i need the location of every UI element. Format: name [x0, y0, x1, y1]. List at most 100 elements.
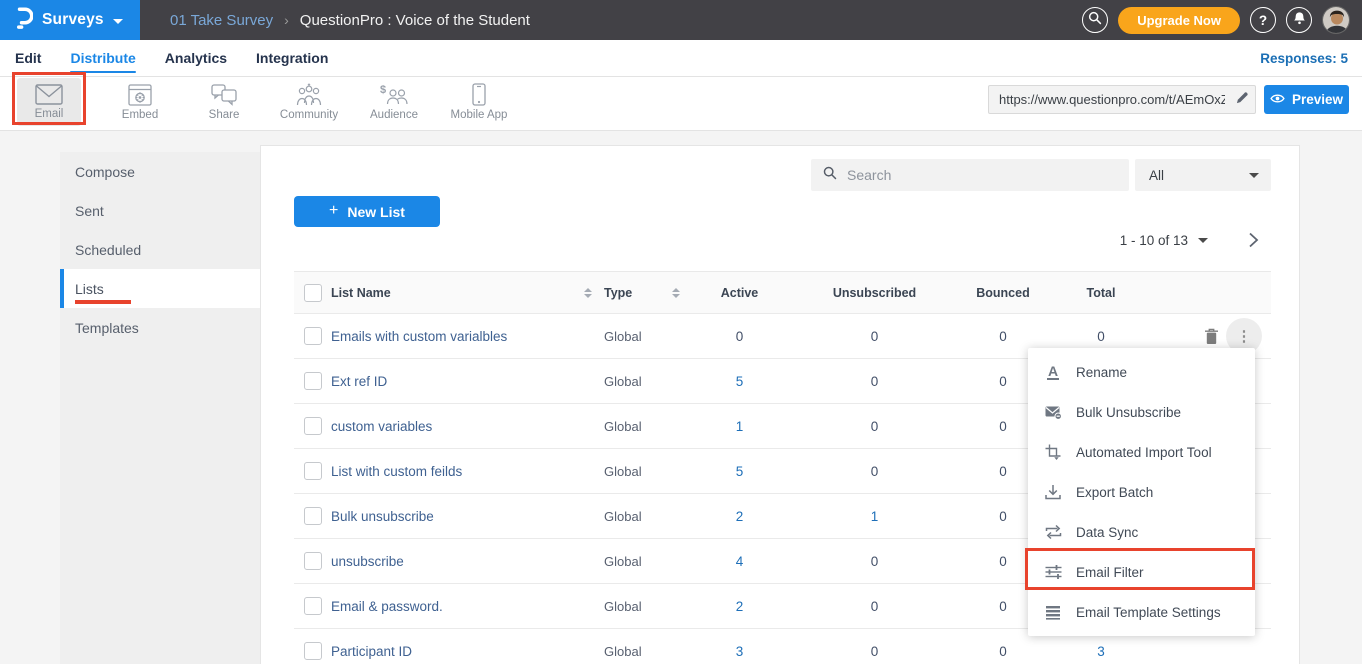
list-filter-select[interactable]: All — [1135, 159, 1271, 191]
row-checkbox[interactable] — [304, 552, 322, 570]
channel-embed[interactable]: Embed — [106, 78, 174, 126]
tab-integration[interactable]: Integration — [256, 50, 328, 66]
channel-label: Mobile App — [451, 109, 508, 121]
row-checkbox[interactable] — [304, 327, 322, 345]
list-name-link[interactable]: Emails with custom varialbles — [331, 329, 584, 344]
bounced-count: 0 — [972, 509, 1034, 524]
active-count[interactable]: 4 — [702, 554, 777, 569]
search-input[interactable] — [847, 167, 1129, 183]
active-count[interactable]: 2 — [702, 509, 777, 524]
menu-item-bulk-unsubscribe[interactable]: Bulk Unsubscribe — [1028, 392, 1255, 432]
channel-audience[interactable]: $ Audience — [359, 78, 429, 126]
list-type: Global — [604, 554, 672, 569]
filter-selected-value: All — [1149, 168, 1249, 183]
responses-count: Responses: 5 — [1260, 51, 1348, 66]
row-checkbox[interactable] — [304, 462, 322, 480]
breadcrumb-survey-link[interactable]: 01 Take Survey — [170, 12, 273, 29]
unsubscribed-count: 0 — [777, 374, 972, 389]
row-checkbox[interactable] — [304, 372, 322, 390]
active-count[interactable]: 5 — [702, 464, 777, 479]
channel-community[interactable]: Community — [270, 78, 348, 126]
channel-share[interactable]: Share — [189, 78, 259, 126]
channel-label: Audience — [370, 109, 418, 121]
table-header-row: List Name Type Active Unsubscribed Bounc… — [294, 271, 1271, 314]
menu-item-email-filter[interactable]: Email Filter — [1028, 552, 1255, 592]
dots-vertical-icon: ⋮ — [1237, 329, 1252, 344]
survey-tabs: Edit Distribute Analytics Integration Re… — [0, 40, 1362, 77]
list-name-link[interactable]: Ext ref ID — [331, 374, 584, 389]
tab-analytics[interactable]: Analytics — [165, 50, 227, 66]
sort-icon[interactable] — [672, 288, 702, 298]
list-name-link[interactable]: unsubscribe — [331, 554, 584, 569]
channel-label: Share — [209, 109, 240, 121]
avatar[interactable] — [1322, 6, 1350, 34]
notifications-button[interactable] — [1286, 7, 1312, 33]
sort-icon[interactable] — [584, 288, 604, 298]
menu-item-rename[interactable]: A Rename — [1028, 352, 1255, 392]
total-count[interactable]: 3 — [1034, 644, 1168, 659]
sidebar-item-compose[interactable]: Compose — [60, 152, 260, 191]
community-icon — [295, 83, 323, 106]
list-actions-menu: A Rename Bulk Unsubscribe Automated Impo… — [1028, 348, 1255, 636]
bounced-count: 0 — [972, 374, 1034, 389]
survey-url-input[interactable] — [989, 86, 1229, 113]
page-title: QuestionPro : Voice of the Student — [300, 12, 530, 29]
list-type: Global — [604, 374, 672, 389]
list-name-link[interactable]: custom variables — [331, 419, 584, 434]
col-type: Type — [604, 286, 672, 300]
active-count[interactable]: 2 — [702, 599, 777, 614]
channel-email[interactable]: Email — [17, 78, 81, 126]
delete-list-button[interactable] — [1200, 325, 1222, 347]
sidebar-item-lists[interactable]: Lists — [60, 269, 260, 308]
search-button[interactable] — [1082, 7, 1108, 33]
row-checkbox[interactable] — [304, 417, 322, 435]
row-checkbox[interactable] — [304, 507, 322, 525]
active-count[interactable]: 3 — [702, 644, 777, 659]
menu-item-automated-import-tool[interactable]: Automated Import Tool — [1028, 432, 1255, 472]
pagination-dropdown-icon[interactable] — [1198, 238, 1208, 243]
data-sync-icon — [1044, 524, 1062, 541]
list-name-link[interactable]: Bulk unsubscribe — [331, 509, 584, 524]
col-bounced: Bounced — [972, 286, 1034, 300]
share-icon — [211, 84, 237, 106]
bounced-count: 0 — [972, 329, 1034, 344]
preview-button[interactable]: Preview — [1264, 85, 1349, 114]
unsubscribed-count: 0 — [777, 599, 972, 614]
search-icon — [1088, 11, 1102, 30]
upgrade-now-button[interactable]: Upgrade Now — [1118, 7, 1240, 34]
menu-item-email-template-settings[interactable]: Email Template Settings — [1028, 592, 1255, 632]
next-page-button[interactable] — [1248, 232, 1259, 248]
email-filter-icon — [1044, 564, 1062, 581]
list-name-link[interactable]: Email & password. — [331, 599, 584, 614]
edit-url-button[interactable] — [1229, 86, 1255, 113]
select-all-checkbox[interactable] — [304, 284, 322, 302]
tab-distribute[interactable]: Distribute — [70, 50, 135, 66]
list-name-link[interactable]: List with custom feilds — [331, 464, 584, 479]
sidebar-item-sent[interactable]: Sent — [60, 191, 260, 230]
active-count[interactable]: 5 — [702, 374, 777, 389]
pagination: 1 - 10 of 13 — [294, 232, 1271, 248]
help-button[interactable]: ? — [1250, 7, 1276, 33]
sidebar-item-templates[interactable]: Templates — [60, 308, 260, 347]
chevron-right-icon — [1248, 232, 1259, 248]
menu-item-export-batch[interactable]: Export Batch — [1028, 472, 1255, 512]
active-count[interactable]: 1 — [702, 419, 777, 434]
tab-edit[interactable]: Edit — [15, 50, 41, 66]
menu-item-data-sync[interactable]: Data Sync — [1028, 512, 1255, 552]
rename-icon: A — [1044, 364, 1062, 381]
total-count: 0 — [1034, 329, 1168, 344]
new-list-button[interactable]: + New List — [294, 196, 440, 227]
questionpro-logo-icon — [14, 6, 33, 35]
breadcrumb: 01 Take Survey › QuestionPro : Voice of … — [170, 12, 530, 29]
row-checkbox[interactable] — [304, 642, 322, 660]
sidebar-item-scheduled[interactable]: Scheduled — [60, 230, 260, 269]
unsubscribed-count[interactable]: 1 — [777, 509, 972, 524]
pencil-icon — [1236, 91, 1249, 109]
channel-mobile-app[interactable]: Mobile App — [440, 78, 518, 126]
product-switcher[interactable]: Surveys — [0, 0, 140, 40]
row-checkbox[interactable] — [304, 597, 322, 615]
app-screen: Surveys 01 Take Survey › QuestionPro : V… — [0, 0, 1362, 664]
search-icon — [823, 166, 837, 185]
list-name-link[interactable]: Participant ID — [331, 644, 584, 659]
unsubscribed-count: 0 — [777, 464, 972, 479]
